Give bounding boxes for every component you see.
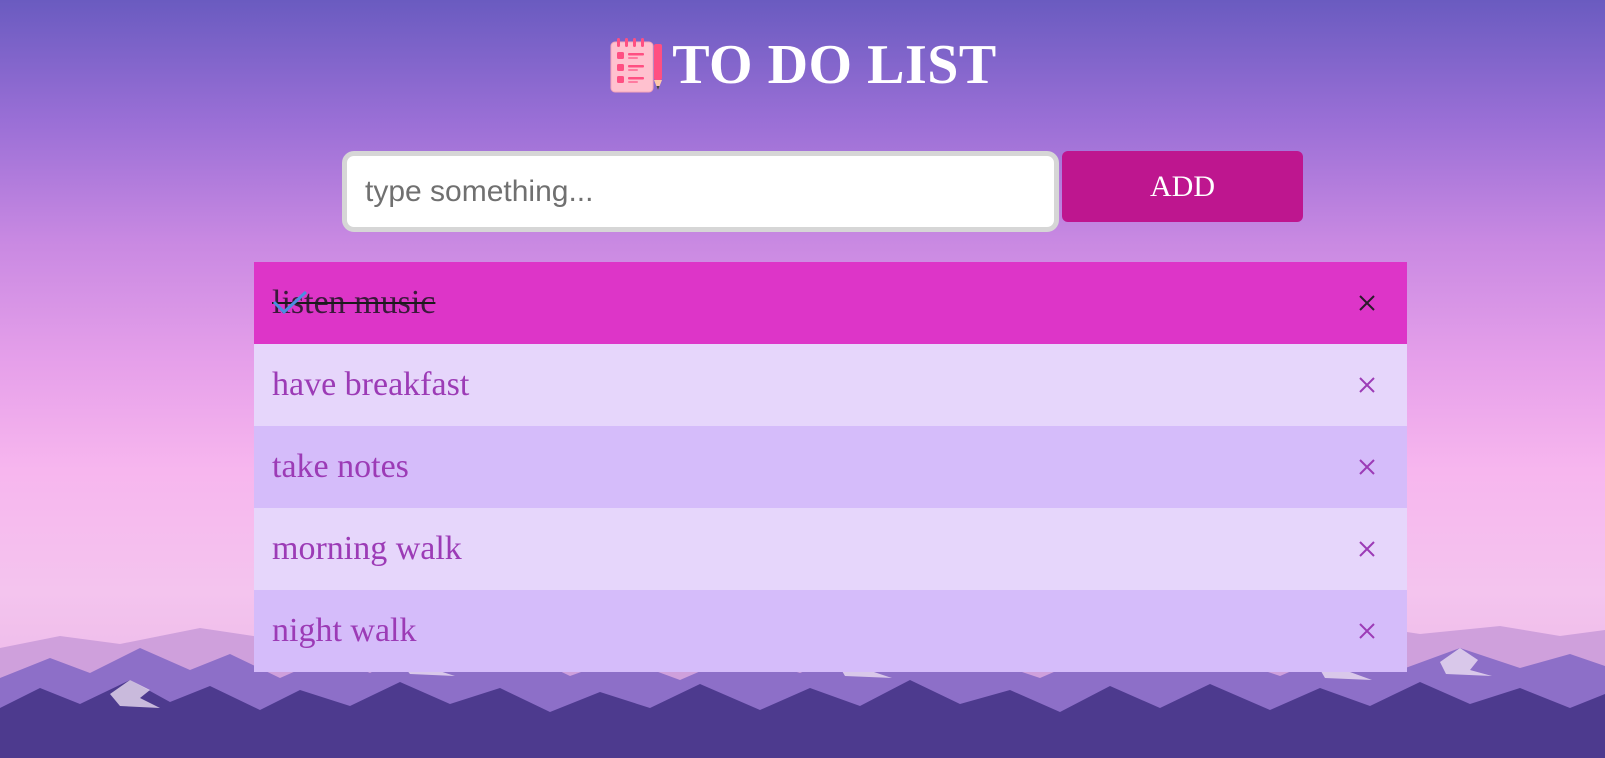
header: TO DO LIST xyxy=(0,30,1605,100)
todo-list: listen music have breakfast take notes m… xyxy=(254,262,1407,672)
todo-item-morning-walk[interactable]: morning walk xyxy=(254,508,1407,590)
todo-item-have-breakfast[interactable]: have breakfast xyxy=(254,344,1407,426)
todo-item-night-walk[interactable]: night walk xyxy=(254,590,1407,672)
todo-item-text: morning walk xyxy=(272,530,462,567)
page-title: TO DO LIST xyxy=(672,34,997,96)
task-input-wrapper xyxy=(342,151,1059,232)
add-button[interactable]: ADD xyxy=(1062,151,1303,222)
todo-item-text: have breakfast xyxy=(272,366,470,403)
close-icon[interactable] xyxy=(1355,291,1379,315)
todo-item-take-notes[interactable]: take notes xyxy=(254,426,1407,508)
close-icon[interactable] xyxy=(1355,455,1379,479)
close-icon[interactable] xyxy=(1355,537,1379,561)
todo-item-listen-music[interactable]: listen music xyxy=(254,262,1407,344)
check-icon xyxy=(272,290,308,315)
task-input[interactable] xyxy=(347,156,1054,227)
todo-item-text: night walk xyxy=(272,612,417,649)
header-inner: TO DO LIST xyxy=(608,30,997,100)
todo-item-text: take notes xyxy=(272,448,409,485)
close-icon[interactable] xyxy=(1355,619,1379,643)
notepad-icon xyxy=(610,38,663,93)
close-icon[interactable] xyxy=(1355,373,1379,397)
